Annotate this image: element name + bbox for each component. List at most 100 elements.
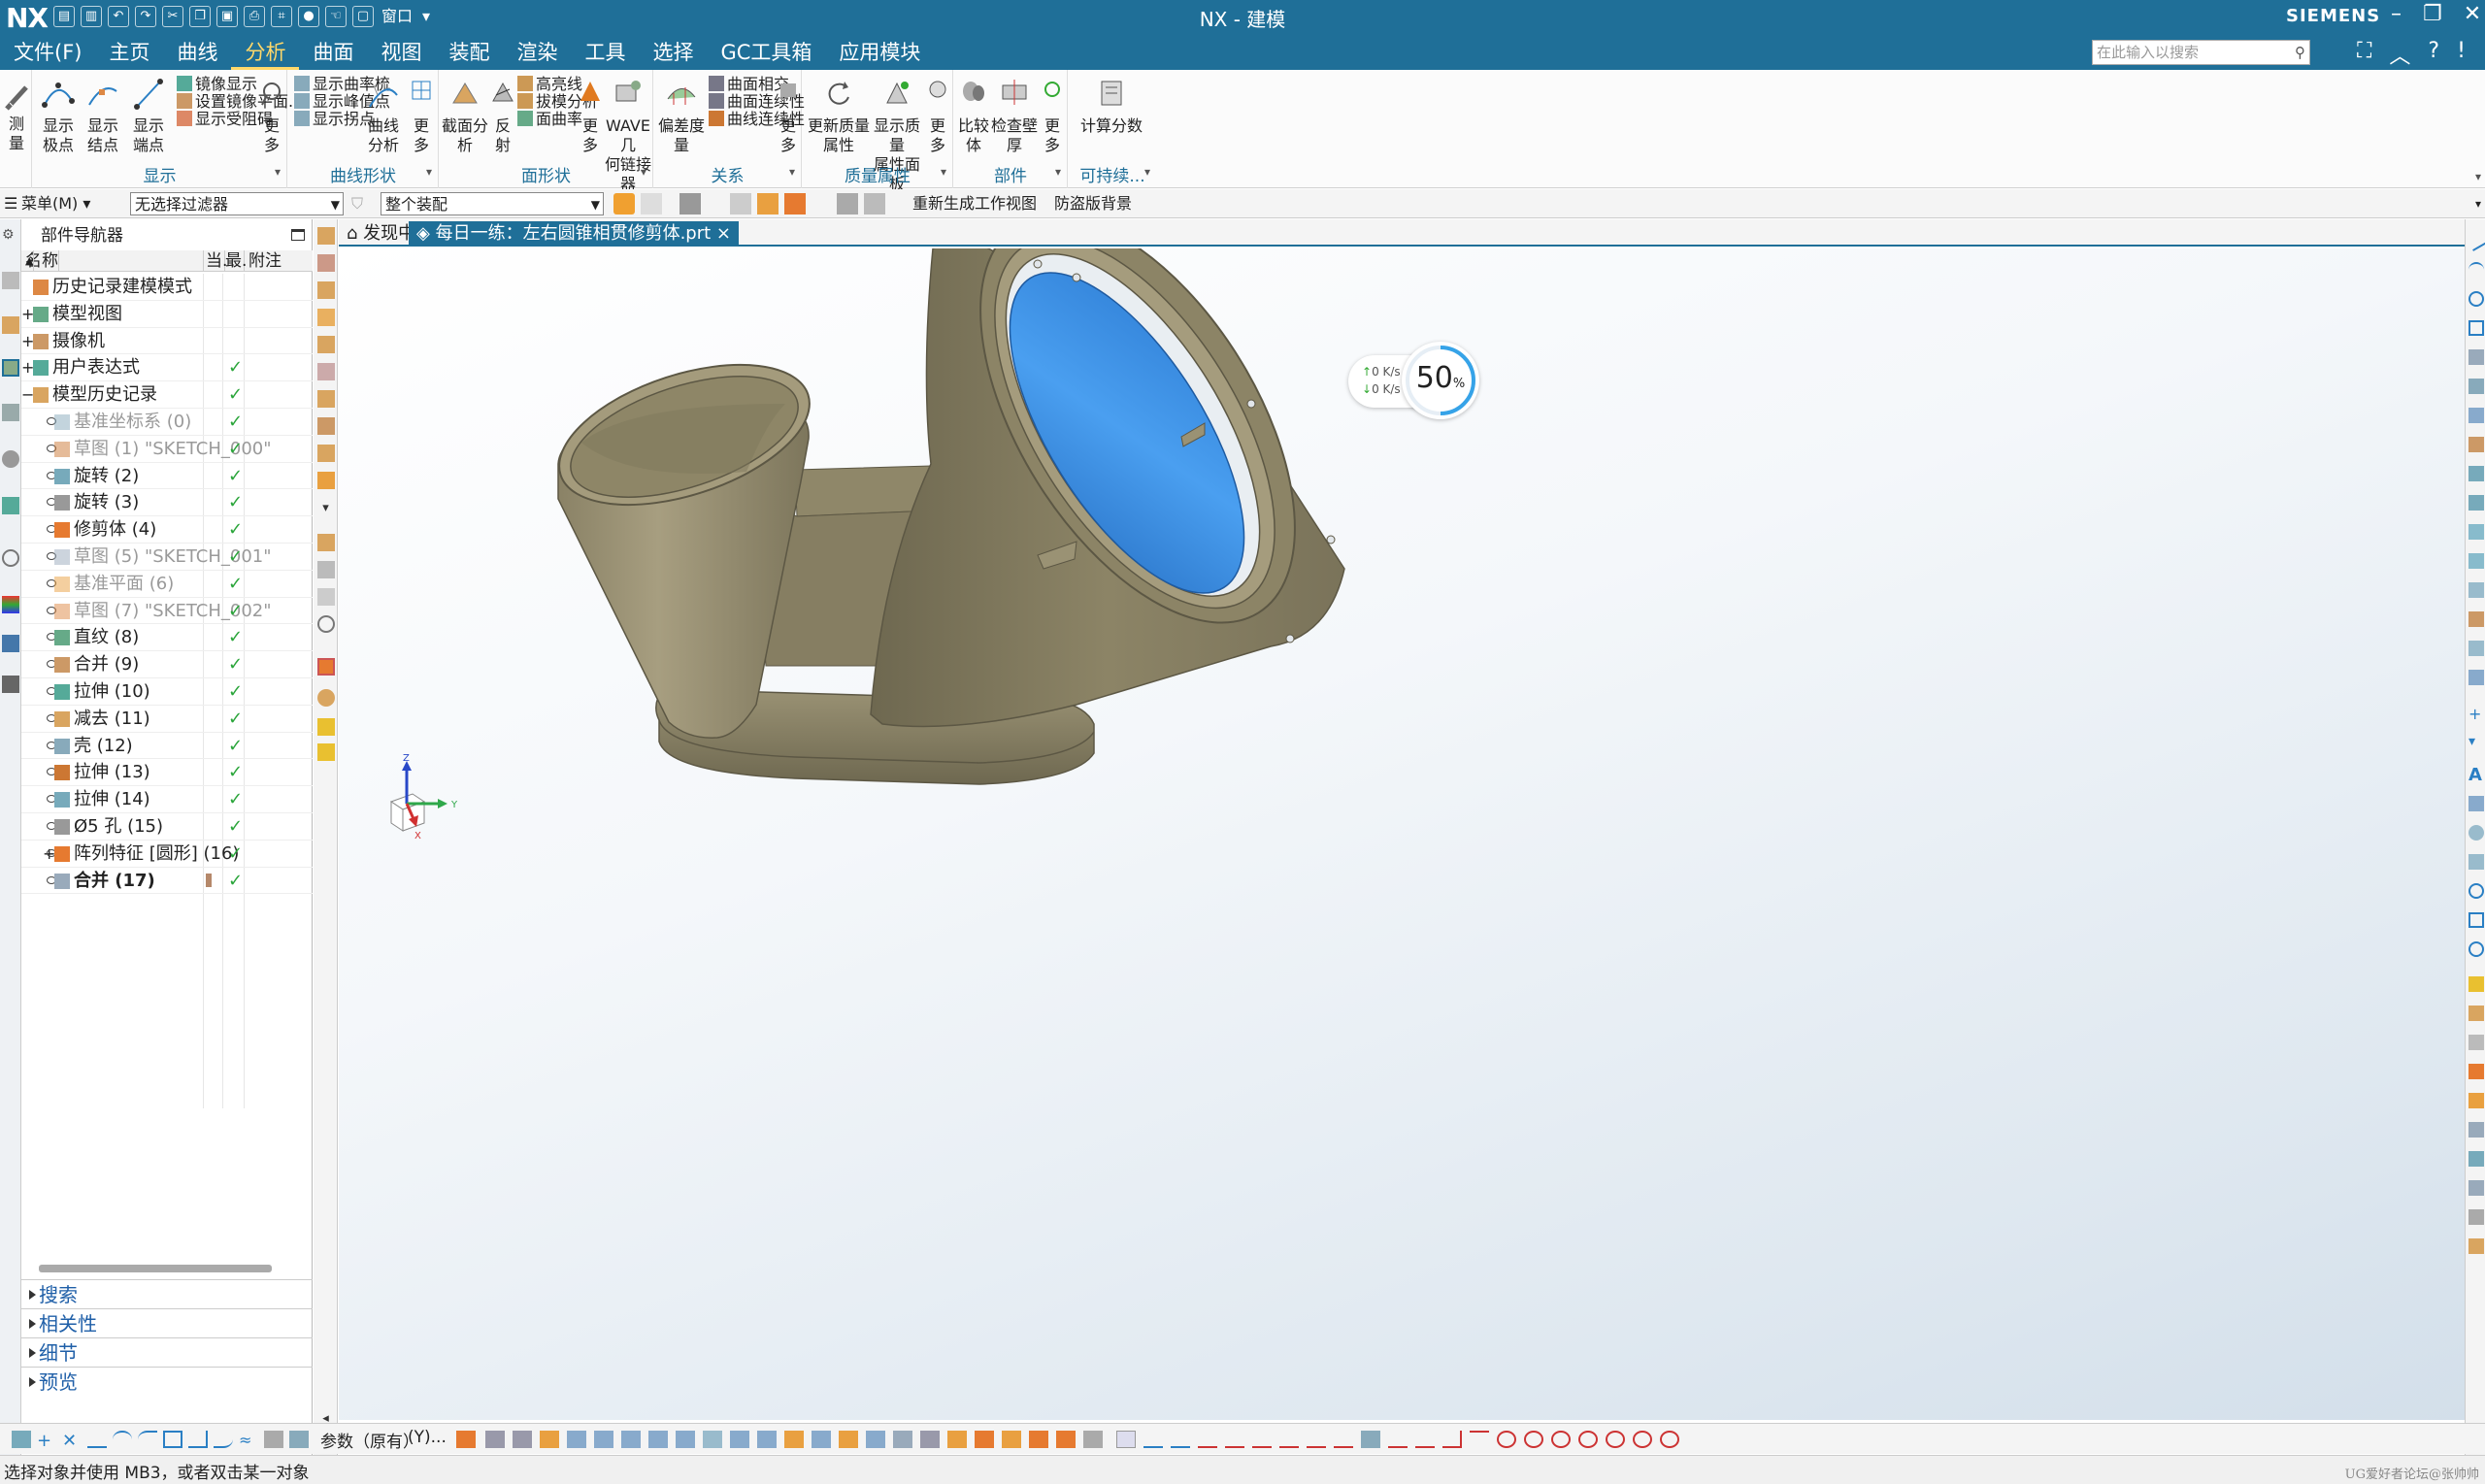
circle-snap-6-icon[interactable] — [1633, 1431, 1652, 1448]
face-2-icon[interactable] — [513, 1431, 532, 1448]
curve-3-icon[interactable] — [1198, 1431, 1217, 1448]
circle-snap-4-icon[interactable] — [1578, 1431, 1598, 1448]
tree-row[interactable]: 壳 (12) ✓ — [21, 733, 313, 760]
tools-icon[interactable] — [2, 676, 19, 693]
section-view-icon[interactable] — [317, 658, 335, 676]
select-features-icon[interactable] — [613, 193, 635, 214]
tab-7[interactable]: 渲染 — [503, 35, 571, 70]
hamburger-icon[interactable]: ☰ — [4, 192, 17, 215]
help-icon[interactable]: ? — [2428, 39, 2439, 70]
tab-9[interactable]: 选择 — [639, 35, 707, 70]
tree-row[interactable]: − 模型历史记录 ✓ — [21, 381, 313, 409]
tab-active-part[interactable]: ◈ 每日一练：左右圆锥相贯修剪体.prt × — [409, 221, 740, 247]
ellipse-icon[interactable] — [2468, 941, 2484, 957]
isoparametric-icon[interactable] — [2468, 670, 2484, 685]
view-iso-icon[interactable] — [317, 336, 335, 353]
curve-8-icon[interactable] — [1334, 1431, 1353, 1448]
show-body-icon[interactable] — [837, 193, 858, 214]
curve-12-icon[interactable] — [1442, 1431, 1462, 1448]
select-bodies-icon[interactable] — [641, 193, 662, 214]
tree-row[interactable]: 合并 (9) ✓ — [21, 651, 313, 678]
face-8-icon[interactable] — [676, 1431, 695, 1448]
tab-10[interactable]: GC工具箱 — [707, 35, 825, 70]
type-filter-dropdown[interactable]: 无选择过滤器 ▼ — [130, 192, 344, 215]
view-left-icon[interactable] — [317, 390, 335, 408]
face-7-icon[interactable] — [648, 1431, 668, 1448]
extract-curve-icon[interactable] — [2468, 611, 2484, 627]
column-latest[interactable]: 最. — [225, 250, 247, 272]
fit-curve-icon[interactable] — [2468, 408, 2484, 423]
group-expand-icon[interactable]: ▾ — [426, 165, 432, 179]
view-fit-icon[interactable] — [317, 227, 335, 245]
horizontal-scrollbar[interactable] — [39, 1265, 272, 1272]
column-name[interactable]: 名称 ▲ — [25, 250, 204, 272]
mass-icon[interactable] — [2468, 1238, 2484, 1254]
history-mode-icon[interactable] — [456, 1431, 476, 1448]
group-expand-icon[interactable]: ▾ — [1055, 165, 1061, 179]
corner-icon[interactable] — [188, 1431, 208, 1448]
assembly-navigator-icon[interactable] — [2, 272, 19, 289]
shaded-icon[interactable] — [317, 472, 335, 489]
face-19-icon[interactable] — [975, 1431, 994, 1448]
spline-icon[interactable] — [2468, 349, 2484, 365]
view-trimetric-icon[interactable] — [317, 363, 335, 380]
group-expand-icon[interactable]: ▾ — [1144, 165, 1150, 179]
tree-row[interactable]: + 阵列特征 [圆形] (16) ✓ — [21, 841, 313, 868]
hide-icon[interactable] — [2468, 1035, 2484, 1050]
panel-search[interactable]: 搜索 — [21, 1279, 313, 1308]
check-wall-button[interactable]: 检查壁厚 — [991, 76, 1038, 155]
selection-bar-options-icon[interactable]: ▾ — [2475, 192, 2481, 215]
offset-curve-icon[interactable] — [2468, 437, 2484, 452]
snap-point-icon[interactable] — [730, 193, 751, 214]
display-more-button[interactable]: 更多 — [258, 76, 285, 155]
helix-icon[interactable] — [2468, 524, 2484, 540]
parameters-label[interactable]: 参数（原有） — [320, 1428, 419, 1452]
deviation-gauge-button[interactable]: 偏差度量 — [656, 76, 707, 155]
layer-icon[interactable] — [317, 718, 335, 736]
law-curve-icon[interactable] — [2468, 553, 2484, 569]
view-front-icon[interactable] — [317, 281, 335, 299]
tree-row[interactable]: + 模型视图 — [21, 301, 313, 328]
curve-11-icon[interactable] — [1415, 1431, 1435, 1448]
fullscreen-icon[interactable]: ⛶ — [2357, 39, 2371, 70]
show-endpoints-button[interactable]: 显示端点 — [127, 76, 170, 155]
hidden-edges-icon[interactable] — [317, 588, 335, 606]
measure-button[interactable]: 测量 — [2, 83, 31, 153]
group-expand-icon[interactable]: ▾ — [641, 165, 646, 179]
model-3d[interactable] — [339, 248, 2465, 1420]
curve-9-icon[interactable] — [1361, 1431, 1380, 1448]
tree-row[interactable]: + 用户表达式 ✓ — [21, 354, 313, 382]
tab-3[interactable]: 分析 — [231, 35, 300, 70]
tree-row[interactable]: + 摄像机 — [21, 328, 313, 355]
bridge-curve-icon[interactable] — [2468, 495, 2484, 511]
regenerate-view-button[interactable]: 重新生成工作视图 — [912, 192, 1037, 215]
curve-6-icon[interactable] — [1279, 1431, 1299, 1448]
curve-4-icon[interactable] — [1225, 1431, 1244, 1448]
project-curve-icon[interactable] — [2468, 466, 2484, 481]
role-icon[interactable] — [2, 635, 19, 652]
collapse-ribbon-icon[interactable]: ︿ — [2389, 39, 2410, 70]
curve-10-icon[interactable] — [1388, 1431, 1408, 1448]
extrude-icon[interactable] — [2468, 1006, 2484, 1021]
curve-more-button[interactable]: 更多 — [407, 76, 436, 155]
blend-icon[interactable] — [2468, 1180, 2484, 1196]
curve-2-icon[interactable] — [1171, 1431, 1190, 1448]
scope-dropdown[interactable]: 整个装配 ▼ — [381, 192, 604, 215]
background-button[interactable]: 防盗版背景 — [1054, 192, 1132, 215]
group-expand-icon[interactable]: ▾ — [275, 165, 281, 179]
face-curvature-button[interactable]: 面曲率 — [517, 107, 582, 132]
panel-preview[interactable]: 预览 — [21, 1367, 313, 1396]
face-1-icon[interactable] — [485, 1431, 505, 1448]
polygon-icon[interactable] — [2468, 912, 2484, 928]
face-5-icon[interactable] — [594, 1431, 613, 1448]
view-bottom-icon[interactable] — [317, 445, 335, 462]
tab-2[interactable]: 曲线 — [163, 35, 231, 70]
view-top-icon[interactable] — [317, 254, 335, 272]
face-16-icon[interactable] — [893, 1431, 912, 1448]
line-icon[interactable] — [2466, 230, 2485, 251]
curve-rule-icon[interactable] — [1116, 1431, 1136, 1448]
show-poles-button[interactable]: 显示极点 — [37, 76, 80, 155]
boolean-icon[interactable] — [2468, 1064, 2484, 1079]
face-21-icon[interactable] — [1029, 1431, 1048, 1448]
expand-toggle-icon[interactable]: + — [21, 301, 34, 327]
